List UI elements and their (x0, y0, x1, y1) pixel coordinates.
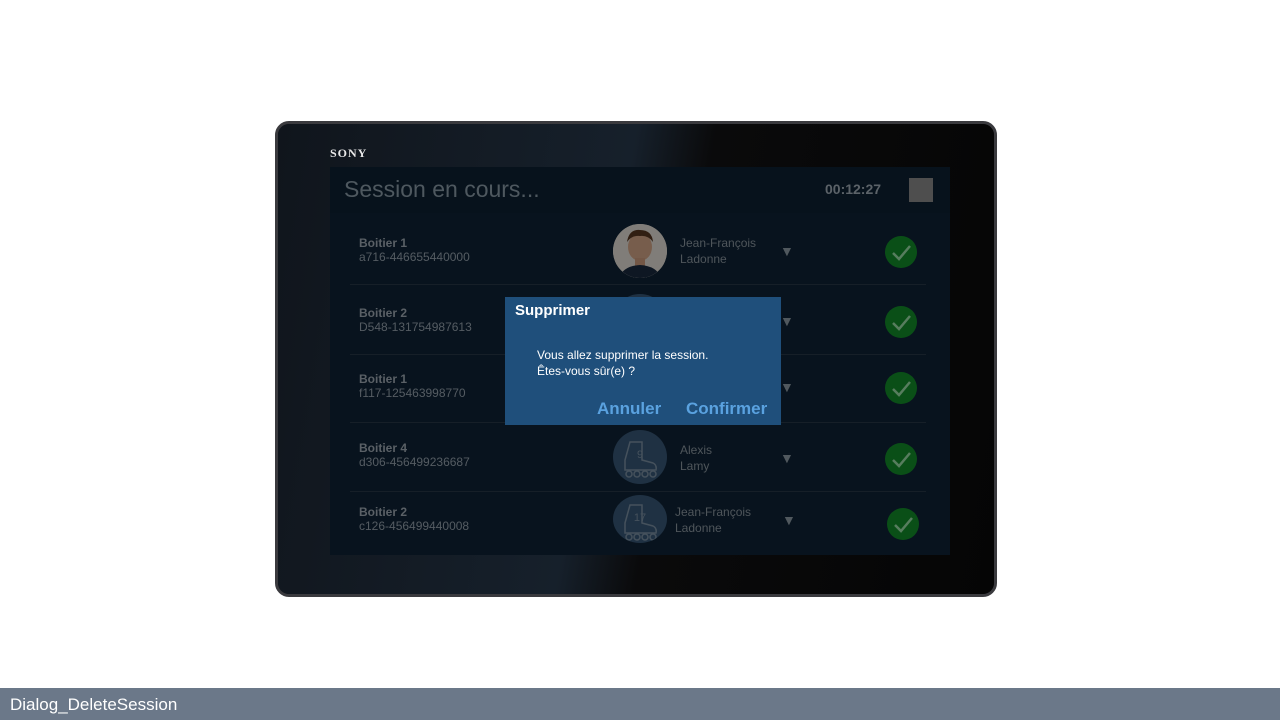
confirm-button[interactable]: Confirmer (686, 399, 767, 419)
dialog-message-line-2: Êtes-vous sûr(e) ? (537, 364, 636, 378)
dialog-message: Vous allez supprimer la session. Êtes-vo… (537, 347, 708, 379)
cancel-button[interactable]: Annuler (597, 399, 661, 419)
dialog-message-line-1: Vous allez supprimer la session. (537, 348, 709, 362)
screen-label: Dialog_DeleteSession (10, 695, 178, 714)
brand-logo: SONY (330, 146, 368, 160)
dialog-title: Supprimer (515, 302, 591, 319)
delete-session-dialog: Supprimer Vous allez supprimer la sessio… (505, 297, 781, 425)
screen-label-bar: Dialog_DeleteSession (0, 688, 1280, 720)
